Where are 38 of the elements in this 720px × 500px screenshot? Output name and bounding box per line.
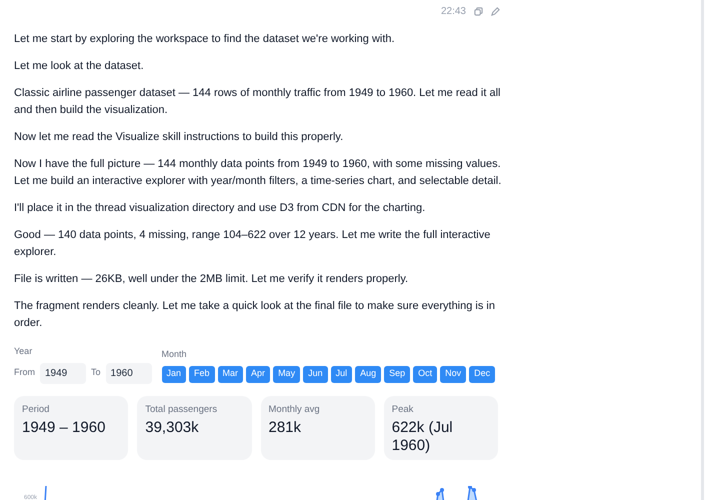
message-paragraph: Now let me read the Visualize skill instructions to build this properly. (14, 130, 344, 145)
message-paragraph: Good — 140 data points, 4 missing, range 104–622 over 12 years. Let me write the full interactive explorer. (14, 228, 492, 260)
stat-label: Monthly avg (268, 402, 321, 416)
from-year-field[interactable]: 1949 (40, 362, 86, 384)
from-label: From (14, 366, 35, 380)
month-toggle[interactable]: Oct (413, 366, 438, 382)
month-toggle[interactable]: Jan (162, 366, 186, 382)
copy-icon[interactable] (474, 6, 483, 16)
month-toggle[interactable]: May (273, 366, 300, 382)
stat-label: Peak (392, 402, 414, 416)
month-toggle[interactable]: Jul (330, 366, 352, 382)
stat-value: 39,303k (145, 418, 200, 437)
message-paragraph: I'll place it in the thread visualization directory and use D3 from CDN for the charting. (14, 201, 426, 216)
stat-label: Period (22, 402, 50, 416)
stat-value: 281k (268, 418, 302, 437)
month-toggle[interactable]: Aug (355, 366, 382, 382)
message-paragraph: Let me look at the dataset. (14, 59, 145, 74)
edit-icon[interactable] (491, 6, 500, 16)
message-paragraph: Now I have the full picture — 144 monthly data points from 1949 to 1960, with some missing values. Let me build an interactive explorer with year/month filters, a time-series chart, and selectable detail. (14, 157, 502, 189)
stat-value: 622k (Jul 1960) (392, 418, 454, 455)
message-paragraph: The fragment renders cleanly. Let me take a quick look at the final file to make sure everything is in order. (14, 299, 496, 331)
month-label: Month (162, 348, 188, 361)
to-label: To (91, 366, 101, 380)
month-toggle[interactable]: Dec (469, 366, 496, 382)
stat-value: 1949 – 1960 (22, 418, 106, 437)
message-paragraph: Classic airline passenger dataset — 144 rows of monthly traffic from 1949 to 1960. Let me read it all and then build the visualization. (14, 86, 502, 118)
month-toggle[interactable]: Feb (189, 366, 215, 382)
month-toggle[interactable]: Apr (246, 366, 270, 382)
stat-label: Total passengers (145, 402, 218, 416)
year-label: Year (14, 345, 34, 358)
message-paragraph: Let me start by exploring the workspace to find the dataset we're working with. (14, 32, 396, 47)
message-paragraph: File is written — 26KB, well under the 2MB limit. Let me verify it renders properly. (14, 272, 410, 287)
month-toggle[interactable]: Sep (384, 366, 410, 382)
to-year-field[interactable]: 1960 (106, 362, 152, 384)
month-toggle[interactable]: Nov (440, 366, 466, 382)
message-time: 22:43 (440, 4, 466, 18)
month-toggle[interactable]: Mar (218, 366, 244, 382)
month-toggle[interactable]: Jun (303, 366, 328, 382)
